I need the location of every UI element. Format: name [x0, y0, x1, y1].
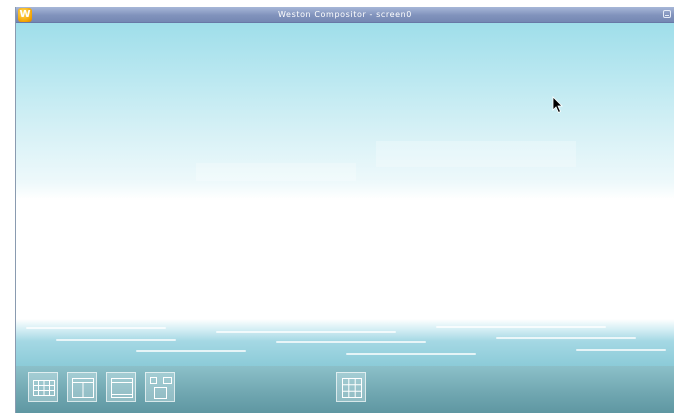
minimize-button[interactable]	[663, 10, 671, 18]
title-bar[interactable]: W Weston Compositor - screen0	[16, 7, 674, 23]
launcher-apps-grid-button[interactable]	[336, 372, 366, 402]
water-ripple	[26, 327, 166, 329]
sky-haze	[376, 141, 576, 167]
water-ripple	[56, 339, 176, 341]
water-ripple	[276, 341, 426, 343]
launcher-split-view-button[interactable]	[67, 372, 97, 402]
water-ripple	[436, 326, 606, 328]
mouse-pointer-icon	[552, 96, 563, 114]
water-ripple	[496, 337, 636, 339]
launcher-grid-icon	[33, 380, 55, 396]
launcher-layout-icon	[150, 377, 172, 399]
launcher-window-button[interactable]	[106, 372, 136, 402]
launcher-window-icon	[111, 378, 133, 398]
water-ripple	[216, 331, 396, 333]
desktop-background[interactable]	[16, 23, 674, 366]
launcher-split-view-icon	[72, 378, 94, 398]
bottom-panel	[16, 366, 674, 413]
water-ripple	[346, 353, 476, 355]
compositor-window: W Weston Compositor - screen0	[15, 7, 674, 413]
sky-haze	[196, 163, 356, 181]
launcher-apps-grid-icon	[342, 378, 362, 398]
window-title: Weston Compositor - screen0	[278, 10, 412, 19]
launcher-layout-button[interactable]	[145, 372, 175, 402]
water-ripple	[576, 349, 666, 351]
water-ripple	[136, 350, 246, 352]
launcher-grid-button[interactable]	[28, 372, 58, 402]
